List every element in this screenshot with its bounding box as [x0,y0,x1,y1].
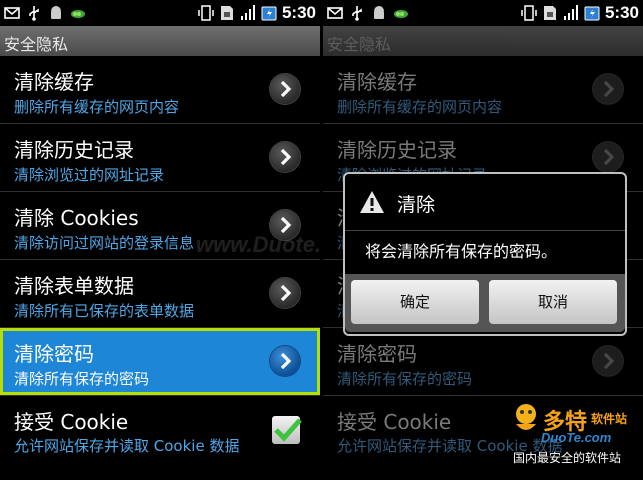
item-clear-history[interactable]: 清除历史记录 清除浏览过的网址记录 [0,124,320,192]
item-clear-passwords[interactable]: 清除密码 清除所有保存的密码 [0,328,320,396]
screen-title-bar: 安全隐私 [0,26,320,56]
item-title: 清除缓存 [337,70,417,94]
cancel-button[interactable]: 取消 [489,280,617,324]
logo-tagline: 国内最安全的软件站 [513,451,622,465]
logo-mascot-icon [516,404,536,430]
dialog-button-bar: 确定 取消 [345,274,625,332]
battery-icon [584,6,600,21]
item-title: 清除缓存 [14,70,94,94]
item-subtitle: 清除访问过网站的登录信息 [14,234,195,252]
item-title: 接受 Cookie [14,410,129,434]
vibrate-icon [198,5,214,21]
signal-icon [240,5,255,20]
item-subtitle: 删除所有缓存的网页内容 [337,98,503,116]
screen-title: 安全隐私 [327,35,392,54]
item-subtitle: 清除所有保存的密码 [337,370,473,388]
item-title: 清除密码 [337,342,417,366]
clear-password-dialog: 清除 将会清除所有保存的密码。 确定 取消 [343,172,627,336]
chevron-right-icon [593,142,623,172]
watermark-text: www.Duote.com [196,232,320,257]
screen-title-bar: 安全隐私 [323,26,643,56]
android-icon [51,6,61,19]
status-bar: 5:30 [0,0,320,26]
site-logo: 多特 软件站 DuoTe.com 国内最安全的软件站 [511,402,639,474]
item-title: 清除 Cookies [14,206,139,230]
android-icon [374,6,384,19]
sim-icon [543,6,556,20]
chevron-right-icon[interactable] [270,278,300,308]
battery-icon [261,6,277,21]
chevron-right-icon[interactable] [270,142,300,172]
item-clear-cache: 清除缓存 删除所有缓存的网页内容 [323,56,643,124]
settings-screen-left: 5:30 安全隐私 清除缓存 删除所有缓存的网页内容 清除历史记录 清除浏览过的… [0,0,320,480]
dialog-message: 将会清除所有保存的密码。 [365,242,558,261]
screen-title: 安全隐私 [4,35,69,54]
usb-icon [29,6,39,21]
logo-url: DuoTe.com [541,430,612,445]
pea-icon [394,10,408,18]
clock: 5:30 [281,3,316,22]
chevron-right-icon[interactable] [270,346,300,376]
item-accept-cookie[interactable]: 接受 Cookie 允许网站保存并读取 Cookie 数据 [0,396,320,476]
mail-icon [327,7,343,19]
signal-icon [563,5,578,20]
item-title: 清除密码 [14,342,94,366]
sim-icon [220,6,233,20]
item-clear-cache[interactable]: 清除缓存 删除所有缓存的网页内容 [0,56,320,124]
logo-brand-small: 软件站 [591,412,628,426]
warning-icon [360,191,384,213]
usb-icon [352,6,362,21]
settings-screen-right: 5:30 安全隐私 清除缓存 删除所有缓存的网页内容 清除历史记录 清除浏览过的… [323,0,643,480]
item-subtitle: 清除浏览过的网址记录 [14,166,165,184]
chevron-right-icon [593,74,623,104]
status-bar: 5:30 [323,0,643,26]
item-clear-form-data[interactable]: 清除表单数据 清除所有已保存的表单数据 [0,260,320,328]
item-subtitle: 清除所有已保存的表单数据 [14,302,195,320]
vibrate-icon [521,5,537,21]
item-subtitle: 允许网站保存并读取 Cookie 数据 [14,437,240,455]
dialog-header: 清除 [345,174,625,231]
mail-icon [4,7,20,19]
clock: 5:30 [604,3,639,22]
pea-icon [71,10,85,18]
settings-list: 清除缓存 删除所有缓存的网页内容 清除历史记录 清除浏览过的网址记录 清除 Co… [0,56,320,476]
item-clear-passwords: 清除密码 清除所有保存的密码 [323,328,643,396]
chevron-right-icon[interactable] [270,74,300,104]
item-subtitle: 删除所有缓存的网页内容 [14,98,180,116]
ok-button[interactable]: 确定 [351,280,479,324]
item-title: 清除历史记录 [337,138,457,162]
item-subtitle: 清除所有保存的密码 [14,370,150,388]
item-title: 接受 Cookie [337,410,452,434]
item-title: 清除表单数据 [14,274,134,298]
accept-cookie-checkbox[interactable] [272,416,302,444]
item-title: 清除历史记录 [14,138,134,162]
chevron-right-icon [593,346,623,376]
dialog-title: 清除 [397,194,436,216]
